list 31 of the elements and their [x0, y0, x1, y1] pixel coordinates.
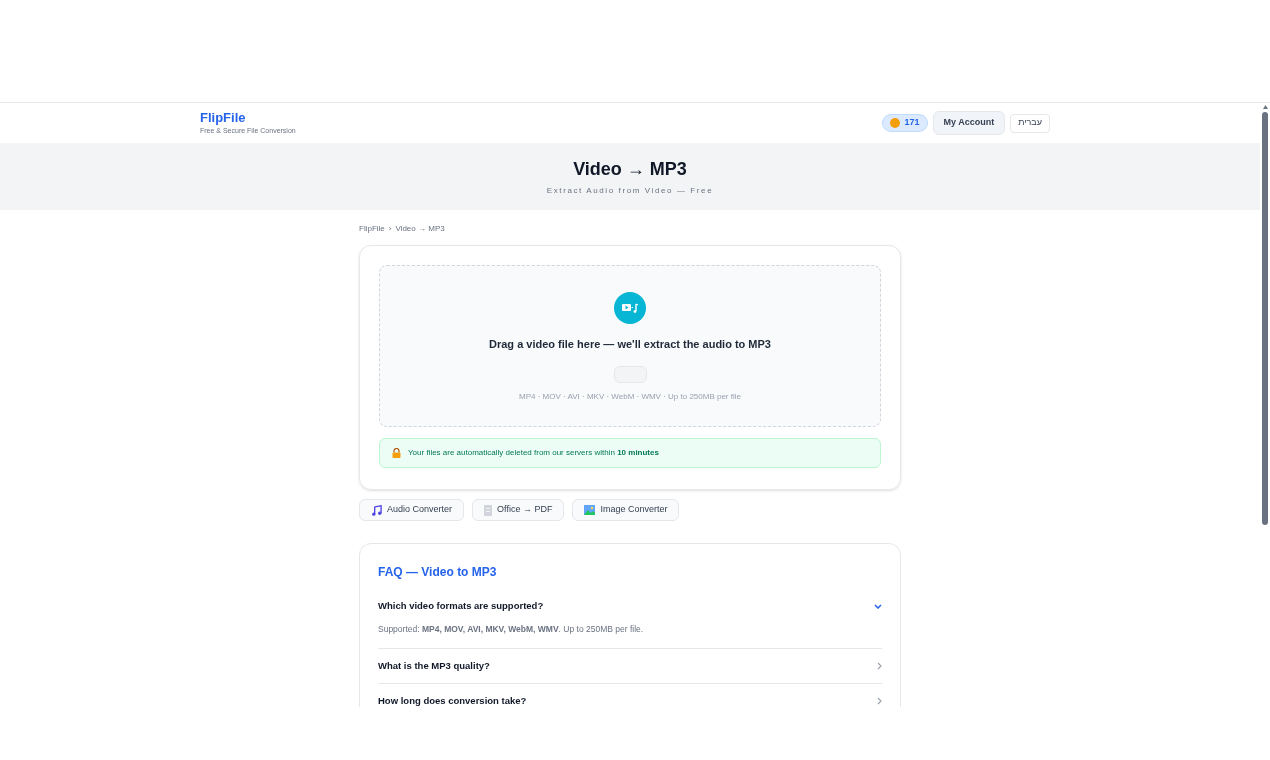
video-to-audio-icon: [614, 292, 646, 324]
coin-icon: [890, 118, 901, 128]
tool-link[interactable]: Office → PDF: [472, 499, 565, 521]
faq-question[interactable]: What is the MP3 quality?: [378, 648, 882, 683]
supported-formats: MP4 · MOV · AVI · MKV · WebM · WMV · Up to 250MB per file: [519, 390, 741, 403]
dropzone-prompt: Drag a video file here — we'll extract the audio to MP3: [489, 337, 771, 352]
dropzone[interactable]: Drag a video file here — we'll extract the audio to MP3 MP4 · MOV · AVI · MKV · WebM · WMV · Up to 250MB per file: [379, 265, 881, 427]
chevron-down-icon: [874, 603, 882, 609]
chevron-right-icon: [877, 696, 882, 705]
notice-text: Your files are automatically deleted from our servers within 10 minutes: [408, 447, 659, 459]
faq-answer: Supported: MP4, MOV, AVI, MKV, WebM, WMV. Up to 250MB per file.: [378, 623, 645, 636]
account-button[interactable]: My Account: [932, 111, 1006, 135]
scroll-up-arrow-icon[interactable]: [1262, 105, 1268, 109]
credits-badge: 171: [882, 114, 928, 132]
faq-title: FAQ — Video to MP3: [378, 564, 498, 581]
lock-icon: [392, 448, 401, 458]
music-note-icon: [371, 504, 382, 516]
chevron-right-icon: [877, 661, 882, 670]
tool-link[interactable]: Image Converter: [572, 499, 680, 521]
breadcrumb-separator: ›: [388, 223, 392, 235]
scrollbar-thumb[interactable]: [1262, 112, 1268, 525]
faq-question[interactable]: How long does conversion take?: [378, 683, 882, 707]
faq-question[interactable]: Which video formats are supported?: [378, 589, 882, 623]
language-button[interactable]: עברית: [1010, 113, 1050, 133]
page-subtitle: Extract Audio from Video — Free: [546, 185, 714, 197]
image-icon: [584, 505, 596, 515]
breadcrumb-link[interactable]: FlipFile: [359, 223, 385, 235]
page-title: Video → MP3: [573, 158, 687, 181]
tool-link[interactable]: Audio Converter: [359, 499, 465, 521]
document-icon: [484, 504, 493, 516]
logo[interactable]: FlipFile: [200, 109, 296, 126]
